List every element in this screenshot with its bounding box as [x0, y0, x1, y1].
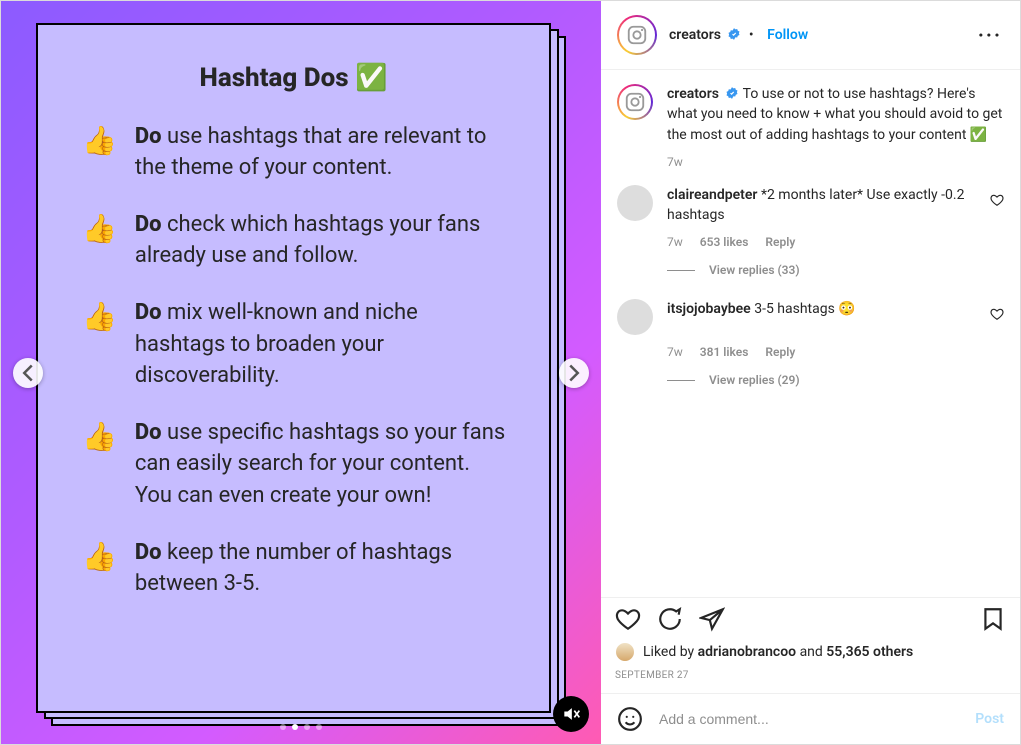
comment-meta: 7w 653 likes Reply: [667, 235, 1004, 249]
comment-age: 7w: [667, 235, 683, 249]
tip-text: mix well-known and niche hashtags to bro…: [135, 300, 418, 387]
card-stack: Hashtag Dos ✅ 👍 Do use hashtags that are…: [36, 23, 566, 723]
liked-by-and: and: [796, 644, 826, 660]
verified-badge-icon: [725, 86, 739, 100]
emoji-picker-button[interactable]: [617, 706, 643, 732]
line-icon: [667, 380, 695, 381]
caption-age: 7w: [667, 155, 1004, 169]
comment-row: itsjojobaybee 3-5 hashtags 😳: [617, 299, 1004, 335]
post-header: creators • Follow ···: [601, 1, 1020, 70]
tip-text: use specific hashtags so your fans can e…: [135, 420, 505, 507]
next-media-button[interactable]: [559, 358, 589, 388]
comment-age: 7w: [667, 345, 683, 359]
do-label: Do: [135, 124, 162, 149]
view-replies-button[interactable]: View replies (29): [667, 373, 1004, 387]
commenter-avatar[interactable]: [617, 185, 653, 221]
liked-by-row[interactable]: Liked by adrianobrancoo and 55,365 other…: [615, 642, 1006, 662]
commenter-username[interactable]: claireandpeter: [667, 187, 757, 203]
tip-item: 👍 Do mix well-known and niche hashtags t…: [78, 297, 509, 391]
post-body: creators To use or not to use hashtags? …: [601, 70, 1020, 597]
actions-bar: Liked by adrianobrancoo and 55,365 other…: [601, 597, 1020, 693]
comment-text: 3-5 hashtags 😳: [754, 301, 856, 317]
add-comment-row: Post: [601, 693, 1020, 744]
carousel-dot-active: [292, 724, 298, 730]
author-avatar-small[interactable]: [617, 84, 653, 120]
tip-text: use hashtags that are relevant to the th…: [135, 124, 487, 180]
like-comment-button[interactable]: [990, 193, 1004, 211]
carousel-dots: [280, 724, 322, 730]
like-comment-button[interactable]: [990, 307, 1004, 325]
more-options-button[interactable]: ···: [976, 23, 1004, 47]
thumbs-up-icon: 👍: [82, 297, 117, 337]
share-button[interactable]: [699, 606, 725, 632]
mute-button[interactable]: [553, 696, 589, 732]
thumbs-up-icon: 👍: [82, 417, 117, 457]
view-replies-label: View replies (29): [709, 373, 800, 387]
tip-text: check which hashtags your fans already u…: [135, 212, 481, 268]
tips-list: 👍 Do use hashtags that are relevant to t…: [78, 121, 509, 600]
comment-row: claireandpeter *2 months later* Use exac…: [617, 185, 1004, 226]
tip-item: 👍 Do check which hashtags your fans alre…: [78, 209, 509, 271]
caption-username[interactable]: creators: [667, 86, 719, 102]
reply-button[interactable]: Reply: [765, 235, 795, 249]
liked-by-prefix: Liked by: [643, 644, 698, 660]
post-media[interactable]: Hashtag Dos ✅ 👍 Do use hashtags that are…: [1, 1, 601, 744]
liked-by-others[interactable]: 55,365 others: [826, 644, 913, 660]
do-label: Do: [135, 420, 162, 445]
view-replies-label: View replies (33): [709, 263, 800, 277]
commenter-username[interactable]: itsjojobaybee: [667, 301, 751, 317]
thumbs-up-icon: 👍: [82, 209, 117, 249]
instagram-glyph-icon: [626, 24, 648, 46]
carousel-dot: [316, 724, 322, 730]
post-date: SEPTEMBER 27: [615, 670, 1006, 681]
author-avatar[interactable]: [617, 15, 657, 55]
separator-dot: •: [749, 27, 754, 43]
carousel-dot: [280, 724, 286, 730]
reply-button[interactable]: Reply: [765, 345, 795, 359]
line-icon: [667, 270, 695, 271]
caption-row: creators To use or not to use hashtags? …: [617, 84, 1004, 145]
commenter-avatar[interactable]: [617, 299, 653, 335]
comment-input[interactable]: [657, 710, 975, 728]
prev-media-button[interactable]: [13, 358, 43, 388]
tip-item: 👍 Do keep the number of hashtags between…: [78, 537, 509, 599]
do-label: Do: [135, 300, 162, 325]
card-front: Hashtag Dos ✅ 👍 Do use hashtags that are…: [36, 23, 551, 713]
tip-item: 👍 Do use hashtags that are relevant to t…: [78, 121, 509, 183]
card-title: Hashtag Dos ✅: [78, 63, 509, 93]
like-button[interactable]: [615, 606, 641, 632]
instagram-glyph-icon: [624, 91, 646, 113]
save-button[interactable]: [980, 606, 1006, 632]
thumbs-up-icon: 👍: [82, 121, 117, 161]
comment-likes[interactable]: 381 likes: [700, 345, 749, 359]
liked-by-name[interactable]: adrianobrancoo: [698, 644, 797, 660]
verified-badge-icon: [727, 27, 741, 41]
view-replies-button[interactable]: View replies (33): [667, 263, 1004, 277]
liker-avatar: [615, 642, 635, 662]
tip-text: keep the number of hashtags between 3-5.: [135, 540, 452, 596]
comment-button[interactable]: [657, 606, 683, 632]
tip-item: 👍 Do use specific hashtags so your fans …: [78, 417, 509, 511]
follow-button[interactable]: Follow: [767, 27, 808, 43]
comment-likes[interactable]: 653 likes: [700, 235, 749, 249]
carousel-dot: [304, 724, 310, 730]
do-label: Do: [135, 540, 162, 565]
post-comment-button[interactable]: Post: [975, 711, 1004, 727]
thumbs-up-icon: 👍: [82, 537, 117, 577]
comment-meta: 7w 381 likes Reply: [667, 345, 1004, 359]
author-username[interactable]: creators: [669, 27, 721, 43]
do-label: Do: [135, 212, 162, 237]
